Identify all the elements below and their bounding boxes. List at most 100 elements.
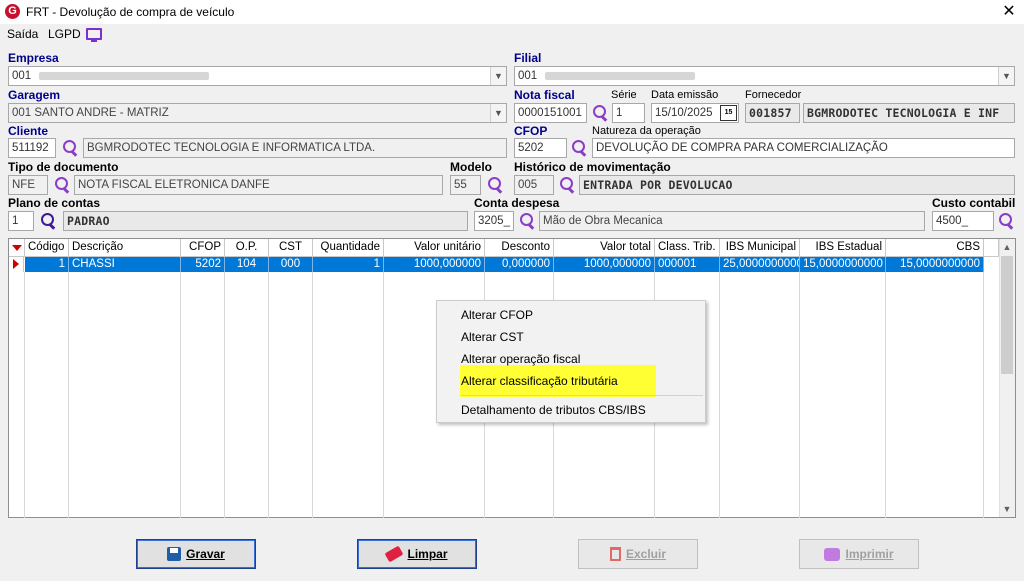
menu-bar — [0, 24, 1024, 46]
column-header[interactable]: Class. Trib. — [655, 239, 720, 257]
limpar-label: Limpar — [407, 547, 448, 561]
scroll-up-icon[interactable]: ▲ — [999, 239, 1015, 255]
natureza-input[interactable]: DEVOLUÇÃO DE COMPRA PARA COMERCIALIZAÇÃO — [592, 138, 1015, 158]
table-cell[interactable]: 1 — [25, 257, 69, 272]
cliente-label: Cliente — [8, 124, 49, 138]
fornecedor-name: BGMRODOTEC TECNOLOGIA E INF — [803, 103, 1015, 123]
table-cell[interactable]: 1000,000000 — [554, 257, 655, 272]
close-icon[interactable]: ✕ — [998, 2, 1020, 22]
menu-item-alterar-cst[interactable]: Alterar CST — [461, 330, 524, 344]
conta-despesa-name: Mão de Obra Mecanica — [539, 211, 925, 231]
column-header[interactable]: IBS Municipal — [720, 239, 800, 257]
table-cell[interactable]: CHASSI — [69, 257, 181, 272]
filial-select[interactable]: 001 — [514, 66, 1015, 86]
grid-line — [719, 272, 720, 518]
cfop-input[interactable]: 5202 — [514, 138, 567, 158]
grid-line — [24, 272, 25, 518]
fornecedor-label: Fornecedor — [745, 89, 802, 101]
grid-line — [312, 272, 313, 518]
table-cell[interactable]: 0,000000 — [485, 257, 554, 272]
table-cell[interactable]: 15,0000000000 — [800, 257, 886, 272]
filial-label: Filial — [514, 51, 542, 65]
table-cell[interactable]: 104 — [225, 257, 269, 272]
calendar-icon[interactable]: 15 — [720, 105, 737, 121]
table-cell[interactable]: 15,0000000000 — [886, 257, 984, 272]
cliente-code-input[interactable]: 511192 — [8, 138, 56, 158]
nota-fiscal-input[interactable]: 0000151001 — [514, 103, 587, 123]
natureza-label: Natureza da operação — [592, 125, 701, 137]
serie-input[interactable]: 1 — [612, 103, 645, 123]
chevron-down-icon[interactable]: ▼ — [490, 104, 506, 122]
search-icon[interactable] — [61, 139, 79, 157]
context-menu: Alterar CFOP Alterar CST Alterar operaçã… — [436, 300, 706, 423]
cfop-label: CFOP — [514, 124, 548, 138]
modelo-input[interactable]: 55 — [450, 175, 481, 195]
scroll-thumb[interactable] — [1001, 256, 1013, 374]
data-emissao-label: Data emissão — [651, 89, 719, 101]
column-header[interactable]: CFOP — [181, 239, 225, 257]
fornecedor-code: 001857 — [745, 103, 800, 123]
menu-item-alterar-operacao-fiscal[interactable]: Alterar operação fiscal — [461, 352, 580, 366]
table-row[interactable]: 1 CHASSI 5202 104 000 1 1000,000000 0,00… — [9, 257, 999, 272]
chevron-down-icon[interactable]: ▼ — [490, 67, 506, 85]
monitor-icon[interactable] — [86, 28, 102, 42]
scroll-down-icon[interactable]: ▼ — [999, 501, 1015, 517]
search-icon[interactable] — [558, 176, 576, 194]
search-icon[interactable] — [570, 139, 588, 157]
table-cell[interactable]: 25,0000000000 — [720, 257, 800, 272]
menu-saida[interactable]: Saída — [7, 27, 38, 41]
plano-contas-name: PADRAO — [63, 211, 468, 231]
plano-contas-label: Plano de contas — [8, 196, 101, 210]
table-cell[interactable]: 5202 — [181, 257, 225, 272]
column-header[interactable]: O.P. — [225, 239, 269, 257]
column-header[interactable]: CBS — [886, 239, 984, 257]
grid-line — [383, 272, 384, 518]
menu-lgpd[interactable]: LGPD — [48, 27, 81, 41]
row-indicator — [9, 257, 24, 272]
column-header[interactable]: Desconto — [485, 239, 554, 257]
menu-item-detalhamento-tributos[interactable]: Detalhamento de tributos CBS/IBS — [461, 403, 646, 417]
column-header[interactable]: Quantidade — [313, 239, 384, 257]
tipo-documento-code[interactable]: NFE — [8, 175, 48, 195]
current-row-icon — [13, 259, 19, 269]
chevron-down-icon[interactable]: ▼ — [998, 67, 1014, 85]
empresa-select[interactable]: 001 — [8, 66, 507, 86]
plano-contas-code[interactable]: 1 — [8, 211, 34, 231]
search-icon[interactable] — [997, 212, 1015, 230]
search-icon[interactable] — [591, 104, 609, 122]
imprimir-button[interactable]: Imprimir — [799, 539, 919, 569]
historico-name: ENTRADA POR DEVOLUCAO — [579, 175, 1015, 195]
trash-icon — [609, 547, 621, 561]
gravar-label: Gravar — [186, 547, 225, 561]
search-icon[interactable] — [518, 212, 536, 230]
window-title: FRT - Devolução de compra de veículo — [26, 5, 235, 19]
excluir-button[interactable]: Excluir — [578, 539, 698, 569]
grid-line — [180, 272, 181, 518]
gravar-button[interactable]: Gravar — [136, 539, 256, 569]
table-cell[interactable]: 1 — [313, 257, 384, 272]
grid-line — [885, 272, 886, 518]
column-header[interactable]: Valor total — [554, 239, 655, 257]
column-header-filler — [984, 239, 999, 257]
menu-item-alterar-classificacao-tributaria[interactable]: Alterar classificação tributária — [461, 374, 618, 388]
grid-corner[interactable] — [9, 239, 25, 257]
historico-code[interactable]: 005 — [514, 175, 554, 195]
column-header[interactable]: Código — [25, 239, 69, 257]
menu-item-alterar-cfop[interactable]: Alterar CFOP — [461, 308, 533, 322]
column-header[interactable]: Descrição — [69, 239, 181, 257]
grid-line — [983, 272, 984, 518]
search-icon[interactable] — [53, 176, 71, 194]
table-cell[interactable]: 1000,000000 — [384, 257, 485, 272]
search-icon[interactable] — [486, 176, 504, 194]
table-cell[interactable]: 000001 — [655, 257, 720, 272]
garagem-select[interactable]: 001 SANTO ANDRE - MATRIZ — [8, 103, 507, 123]
limpar-button[interactable]: Limpar — [357, 539, 477, 569]
imprimir-label: Imprimir — [845, 547, 894, 561]
column-header[interactable]: IBS Estadual — [800, 239, 886, 257]
custo-contabil-input[interactable]: 4500_ — [932, 211, 994, 231]
column-header[interactable]: CST — [269, 239, 313, 257]
conta-despesa-code[interactable]: 3205_ — [474, 211, 514, 231]
column-header[interactable]: Valor unitário — [384, 239, 485, 257]
search-icon[interactable] — [39, 212, 57, 230]
table-cell[interactable]: 000 — [269, 257, 313, 272]
